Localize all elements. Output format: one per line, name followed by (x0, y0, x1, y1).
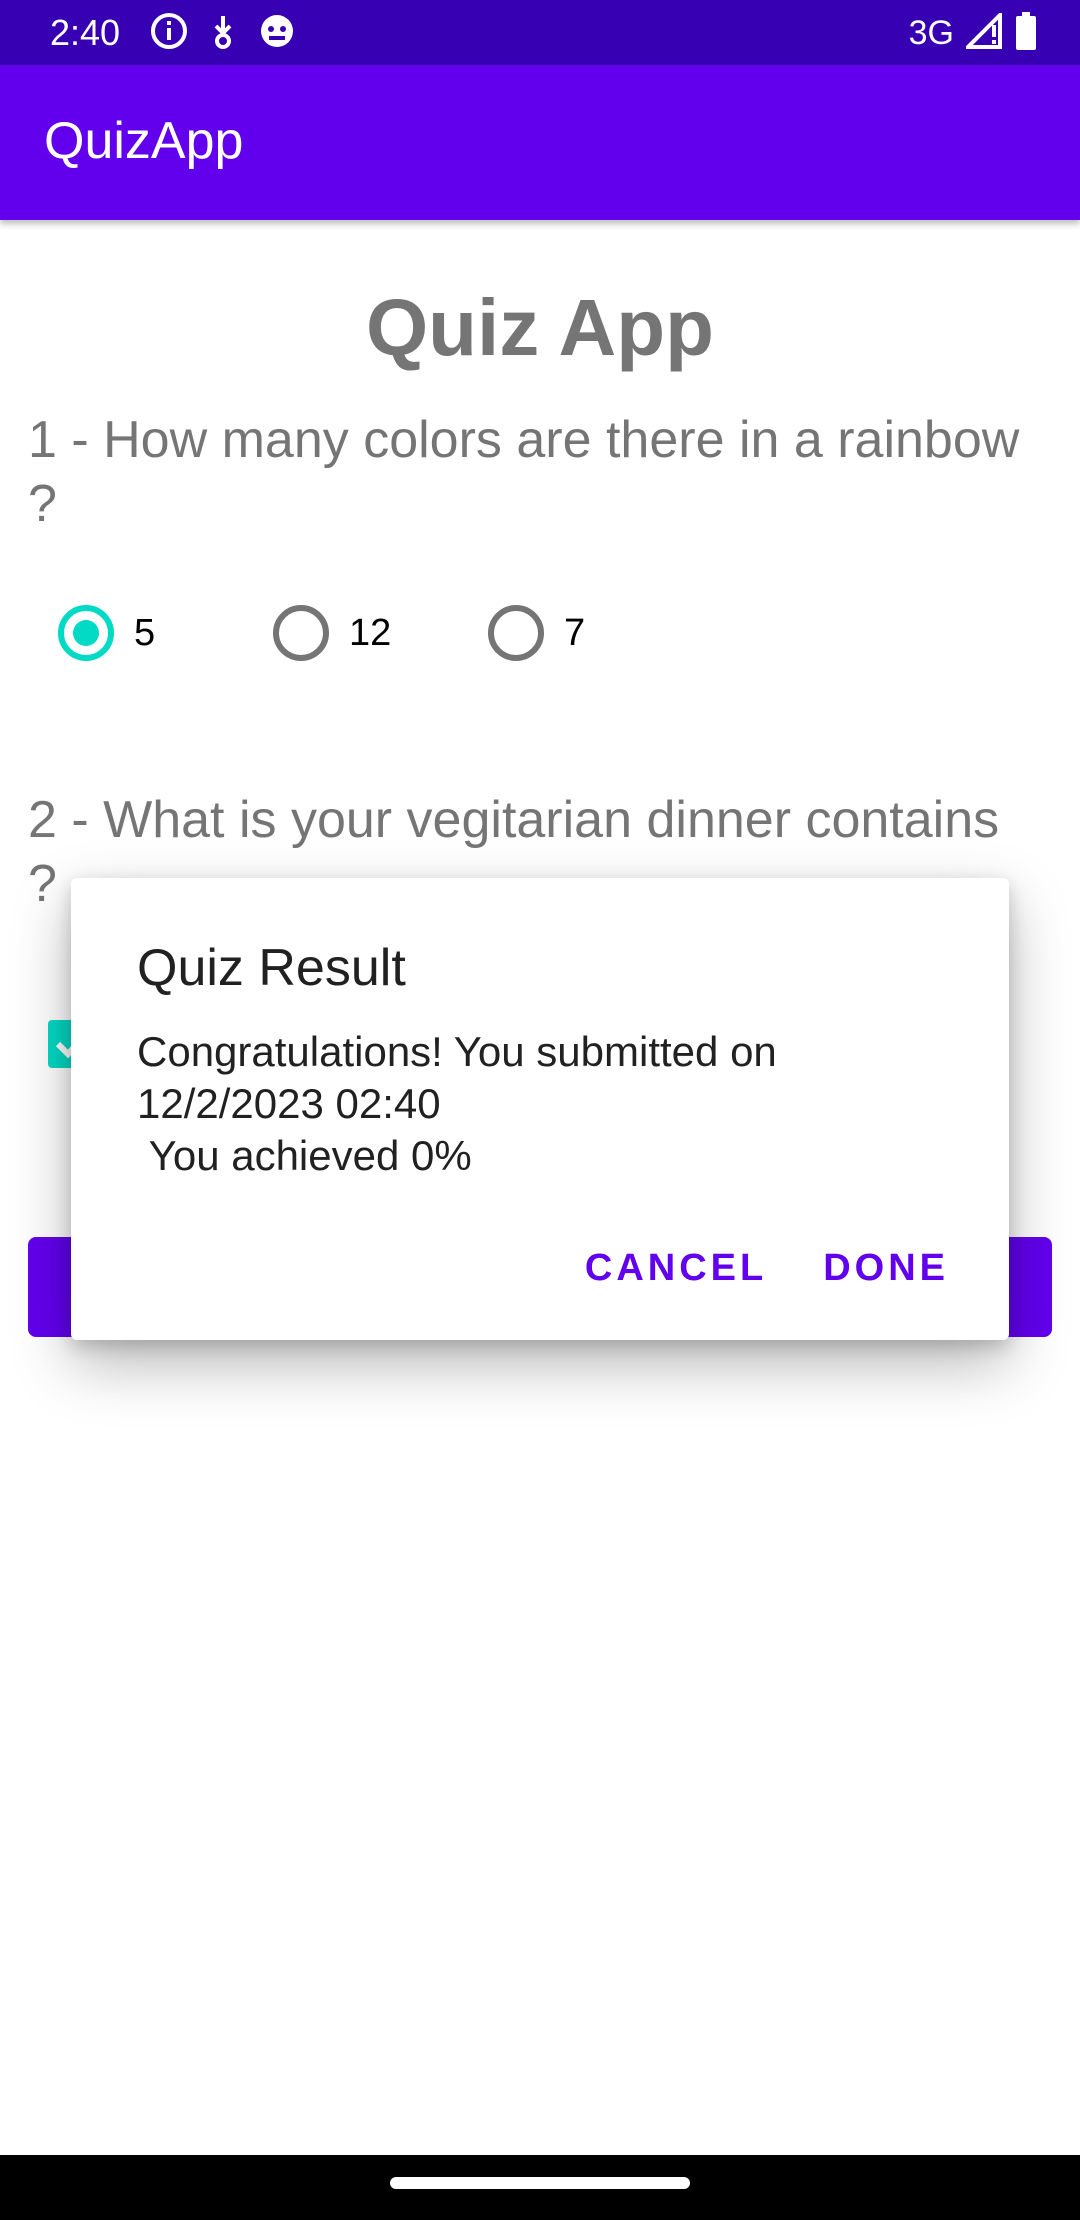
dialog-title: Quiz Result (137, 939, 406, 997)
dialog-actions: CANCEL DONE (585, 1238, 949, 1298)
battery-icon (1014, 11, 1038, 55)
android-debug-icon (258, 12, 296, 55)
radio-label: 5 (134, 611, 156, 654)
radio-option-5[interactable]: 5 (58, 603, 155, 663)
navigation-bar (0, 2155, 1080, 2220)
status-time: 2:40 (50, 12, 121, 53)
radio-button-checked[interactable] (58, 605, 114, 661)
network-type: 3G (908, 14, 954, 52)
radio-option-7[interactable]: 7 (488, 603, 585, 663)
signal-icon (963, 9, 1002, 54)
radio-button-unchecked[interactable] (273, 605, 329, 661)
radio-option-12[interactable]: 12 (273, 603, 391, 663)
done-button[interactable]: DONE (823, 1247, 949, 1290)
page-title: Quiz App (365, 283, 715, 372)
radio-label: 7 (564, 611, 586, 654)
quiz-result-dialog: Quiz Result Congratulations! You submitt… (71, 878, 1009, 1340)
app-bar: QuizApp (0, 65, 1080, 220)
cancel-button[interactable]: CANCEL (585, 1247, 767, 1290)
dialog-message: Congratulations! You submitted on 12/2/2… (137, 1028, 777, 1179)
question-1-text: 1 - How many colors are there in a rainb… (28, 411, 1020, 533)
download-icon (208, 12, 238, 55)
app-title: QuizApp (44, 112, 244, 170)
info-icon (150, 12, 188, 55)
home-gesture-handle[interactable] (390, 2177, 690, 2189)
status-icons-left (150, 12, 296, 54)
status-bar: 2:40 3G (0, 0, 1080, 65)
status-icons-right: 3G (908, 9, 1038, 55)
radio-button-unchecked[interactable] (488, 605, 544, 661)
radio-label: 12 (349, 611, 392, 654)
